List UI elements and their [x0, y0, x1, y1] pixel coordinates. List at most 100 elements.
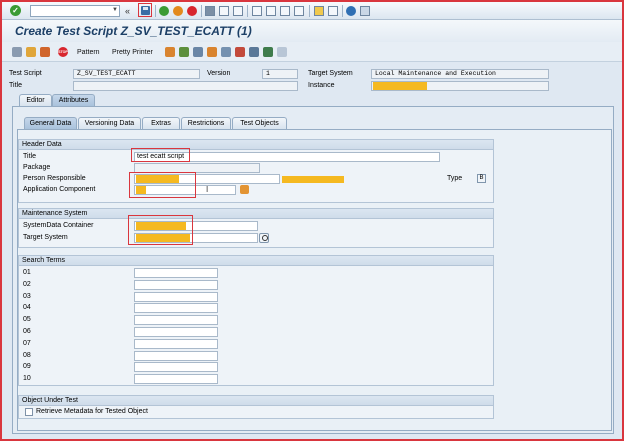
toolbar-separator	[201, 5, 202, 17]
header-data-group: Header Data Title test ecatt script Pack…	[18, 139, 494, 203]
previous-page-button[interactable]	[266, 4, 276, 17]
pattern-label: Pattern	[77, 48, 100, 56]
search-term-label: 03	[23, 292, 31, 300]
tool-button-1[interactable]	[165, 46, 175, 58]
version-label: Version	[207, 70, 231, 77]
checkmark-icon: ✓	[10, 5, 21, 16]
instance-field	[371, 81, 549, 91]
type-value: B	[477, 174, 486, 183]
redacted-value	[136, 175, 179, 183]
cancel-button[interactable]	[187, 4, 197, 17]
check-icon	[40, 47, 50, 57]
previous-page-icon	[266, 5, 276, 16]
target-system-label: Target System	[308, 70, 353, 77]
command-field[interactable]	[30, 5, 120, 17]
search-term-input[interactable]	[134, 374, 218, 385]
layout-icon	[360, 5, 370, 16]
next-page-button[interactable]	[280, 4, 290, 17]
search-term-input[interactable]	[134, 315, 218, 326]
search-term-input[interactable]	[134, 279, 218, 290]
last-page-button[interactable]	[294, 4, 304, 17]
tool-icon	[179, 47, 189, 57]
check-button[interactable]	[40, 46, 50, 58]
back-button[interactable]	[159, 4, 169, 17]
other-object-button[interactable]	[12, 46, 22, 58]
display-change-icon	[26, 47, 36, 57]
search-term-input[interactable]	[134, 350, 218, 361]
print-icon	[205, 5, 215, 16]
tab-attributes[interactable]: Attributes	[52, 94, 95, 106]
target-system-input[interactable]	[134, 233, 258, 243]
maintenance-system-heading: Maintenance System	[19, 209, 493, 219]
systemdata-container-label: SystemData Container	[23, 222, 94, 229]
toolbar-separator	[247, 5, 248, 17]
back-icon	[159, 5, 169, 16]
cancel-icon	[187, 5, 197, 16]
tool-button-5[interactable]	[221, 46, 231, 58]
toolbar-separator	[309, 5, 310, 17]
pretty-printer-button[interactable]: Pretty Printer	[112, 46, 153, 58]
history-icon[interactable]: «	[125, 4, 130, 17]
search-term-input[interactable]	[134, 338, 218, 349]
first-page-icon	[252, 5, 262, 16]
search-terms-heading: Search Terms	[19, 256, 493, 266]
target-system-field: Local Maintenance and Execution	[371, 69, 549, 79]
search-term-input[interactable]	[134, 291, 218, 302]
print-button[interactable]	[205, 4, 215, 17]
find-icon	[219, 5, 229, 16]
tool-button-3[interactable]	[193, 46, 203, 58]
enter-button[interactable]: ✓	[10, 4, 21, 17]
tab-restrictions[interactable]: Restrictions	[181, 117, 231, 129]
exit-button[interactable]	[173, 4, 183, 17]
tab-test-objects[interactable]: Test Objects	[232, 117, 287, 129]
application-component-input[interactable]	[134, 185, 236, 195]
systemdata-container-input[interactable]	[134, 221, 258, 231]
search-term-input[interactable]	[134, 327, 218, 337]
tool-button-2[interactable]	[179, 46, 189, 58]
tab-versioning-data[interactable]: Versioning Data	[78, 117, 141, 129]
title-field	[73, 81, 298, 91]
package-input[interactable]	[134, 163, 260, 173]
shortcut-button[interactable]	[328, 4, 338, 17]
package-label: Package	[23, 164, 51, 171]
ms-target-system-label: Target System	[23, 234, 68, 241]
stop-button[interactable]: STOP	[58, 46, 68, 58]
find-button[interactable]	[219, 4, 229, 17]
search-term-input[interactable]	[134, 268, 218, 278]
search-help-icon[interactable]	[259, 233, 269, 243]
find-next-button[interactable]	[233, 4, 243, 17]
display-change-button[interactable]	[26, 46, 36, 58]
title-input[interactable]: test ecatt script	[134, 152, 440, 162]
tab-editor[interactable]: Editor	[19, 94, 52, 106]
tool-icon	[207, 47, 217, 57]
layout-button[interactable]	[360, 4, 370, 17]
search-term-input[interactable]	[134, 362, 218, 373]
component-help-icon[interactable]	[240, 185, 249, 194]
search-term-label: 04	[23, 304, 31, 312]
chevron-down-icon[interactable]: ▼	[112, 6, 119, 15]
object-under-test-heading: Object Under Test	[19, 396, 493, 406]
application-component-label: Application Component	[23, 186, 96, 193]
search-term-label: 01	[23, 269, 31, 276]
tab-general-data[interactable]: General Data	[24, 117, 77, 129]
retrieve-metadata-checkbox[interactable]	[25, 408, 33, 416]
first-page-button[interactable]	[252, 4, 262, 17]
tab-extras[interactable]: Extras	[142, 117, 180, 129]
search-term-input[interactable]	[134, 303, 218, 314]
tool-button-8[interactable]	[263, 46, 273, 58]
exit-icon	[173, 5, 183, 16]
tool-button-7[interactable]	[249, 46, 259, 58]
tool-icon	[221, 47, 231, 57]
tool-button-4[interactable]	[207, 46, 217, 58]
instance-label: Instance	[308, 82, 335, 89]
help-button[interactable]	[346, 4, 356, 17]
header-data-heading: Header Data	[19, 140, 493, 150]
save-button[interactable]	[138, 3, 152, 17]
tool-button-9[interactable]	[277, 46, 287, 58]
tool-button-6[interactable]	[235, 46, 245, 58]
new-session-button[interactable]	[314, 4, 324, 17]
object-under-test-group: Object Under Test Retrieve Metadata for …	[18, 395, 494, 419]
pattern-button[interactable]: Pattern	[77, 46, 100, 58]
person-responsible-label: Person Responsible	[23, 175, 86, 182]
person-responsible-input[interactable]	[134, 174, 280, 184]
